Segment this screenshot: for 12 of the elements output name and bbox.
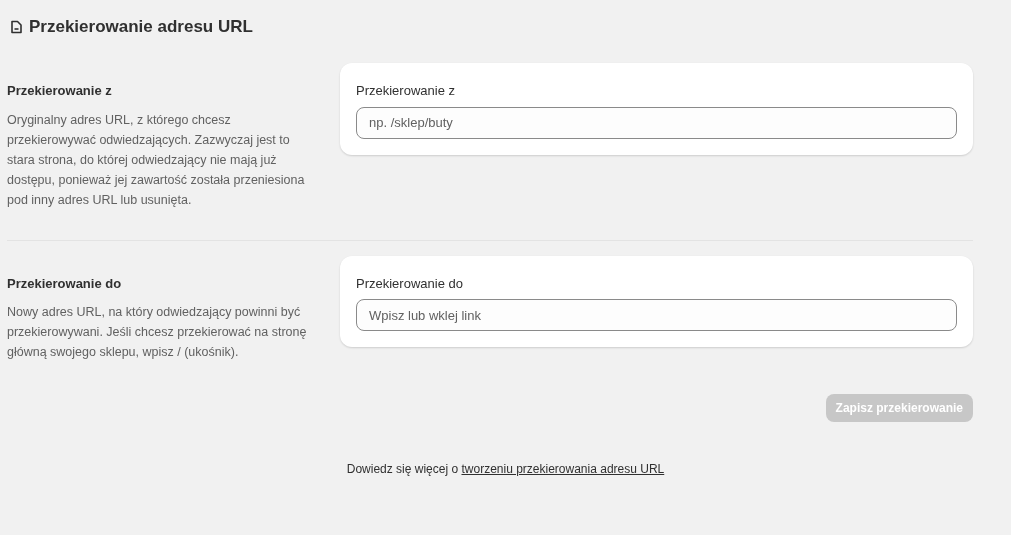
footer-text: Dowiedz się więcej o tworzeniu przekierowania adresu URL [345, 461, 666, 478]
input-field[interactable]: np. /sklep/buty [356, 106, 957, 139]
help-link[interactable]: tworzeniu przekierowania adresu URL [461, 462, 665, 476]
section-heading: Przekierowanie do [7, 274, 123, 293]
section-description: Nowy adres URL, na który odwiedzający powinni być przekierowywani. Jeśli chcesz przekierować na stronę główną swojego sklepu, wpisz / (ukośnik). [7, 304, 307, 361]
input-field[interactable]: Wpisz lub wklej link [356, 299, 957, 331]
document-icon [10, 19, 23, 34]
field-label: Przekierowanie z [356, 82, 456, 100]
section-description: Oryginalny adres URL, z którego chcesz przekierowywać odwiedzających. Zazwyczaj jest to stara strona, do której odwiedzający nie mają już dostępu, ponieważ jej zawartość została przeniesiona pod inny adres URL lub usunięta. [7, 111, 306, 209]
page-title: Przekierowanie adresu URL [29, 15, 253, 38]
field-label: Przekierowanie do [356, 274, 464, 293]
section-heading: Przekierowanie z [7, 82, 113, 100]
